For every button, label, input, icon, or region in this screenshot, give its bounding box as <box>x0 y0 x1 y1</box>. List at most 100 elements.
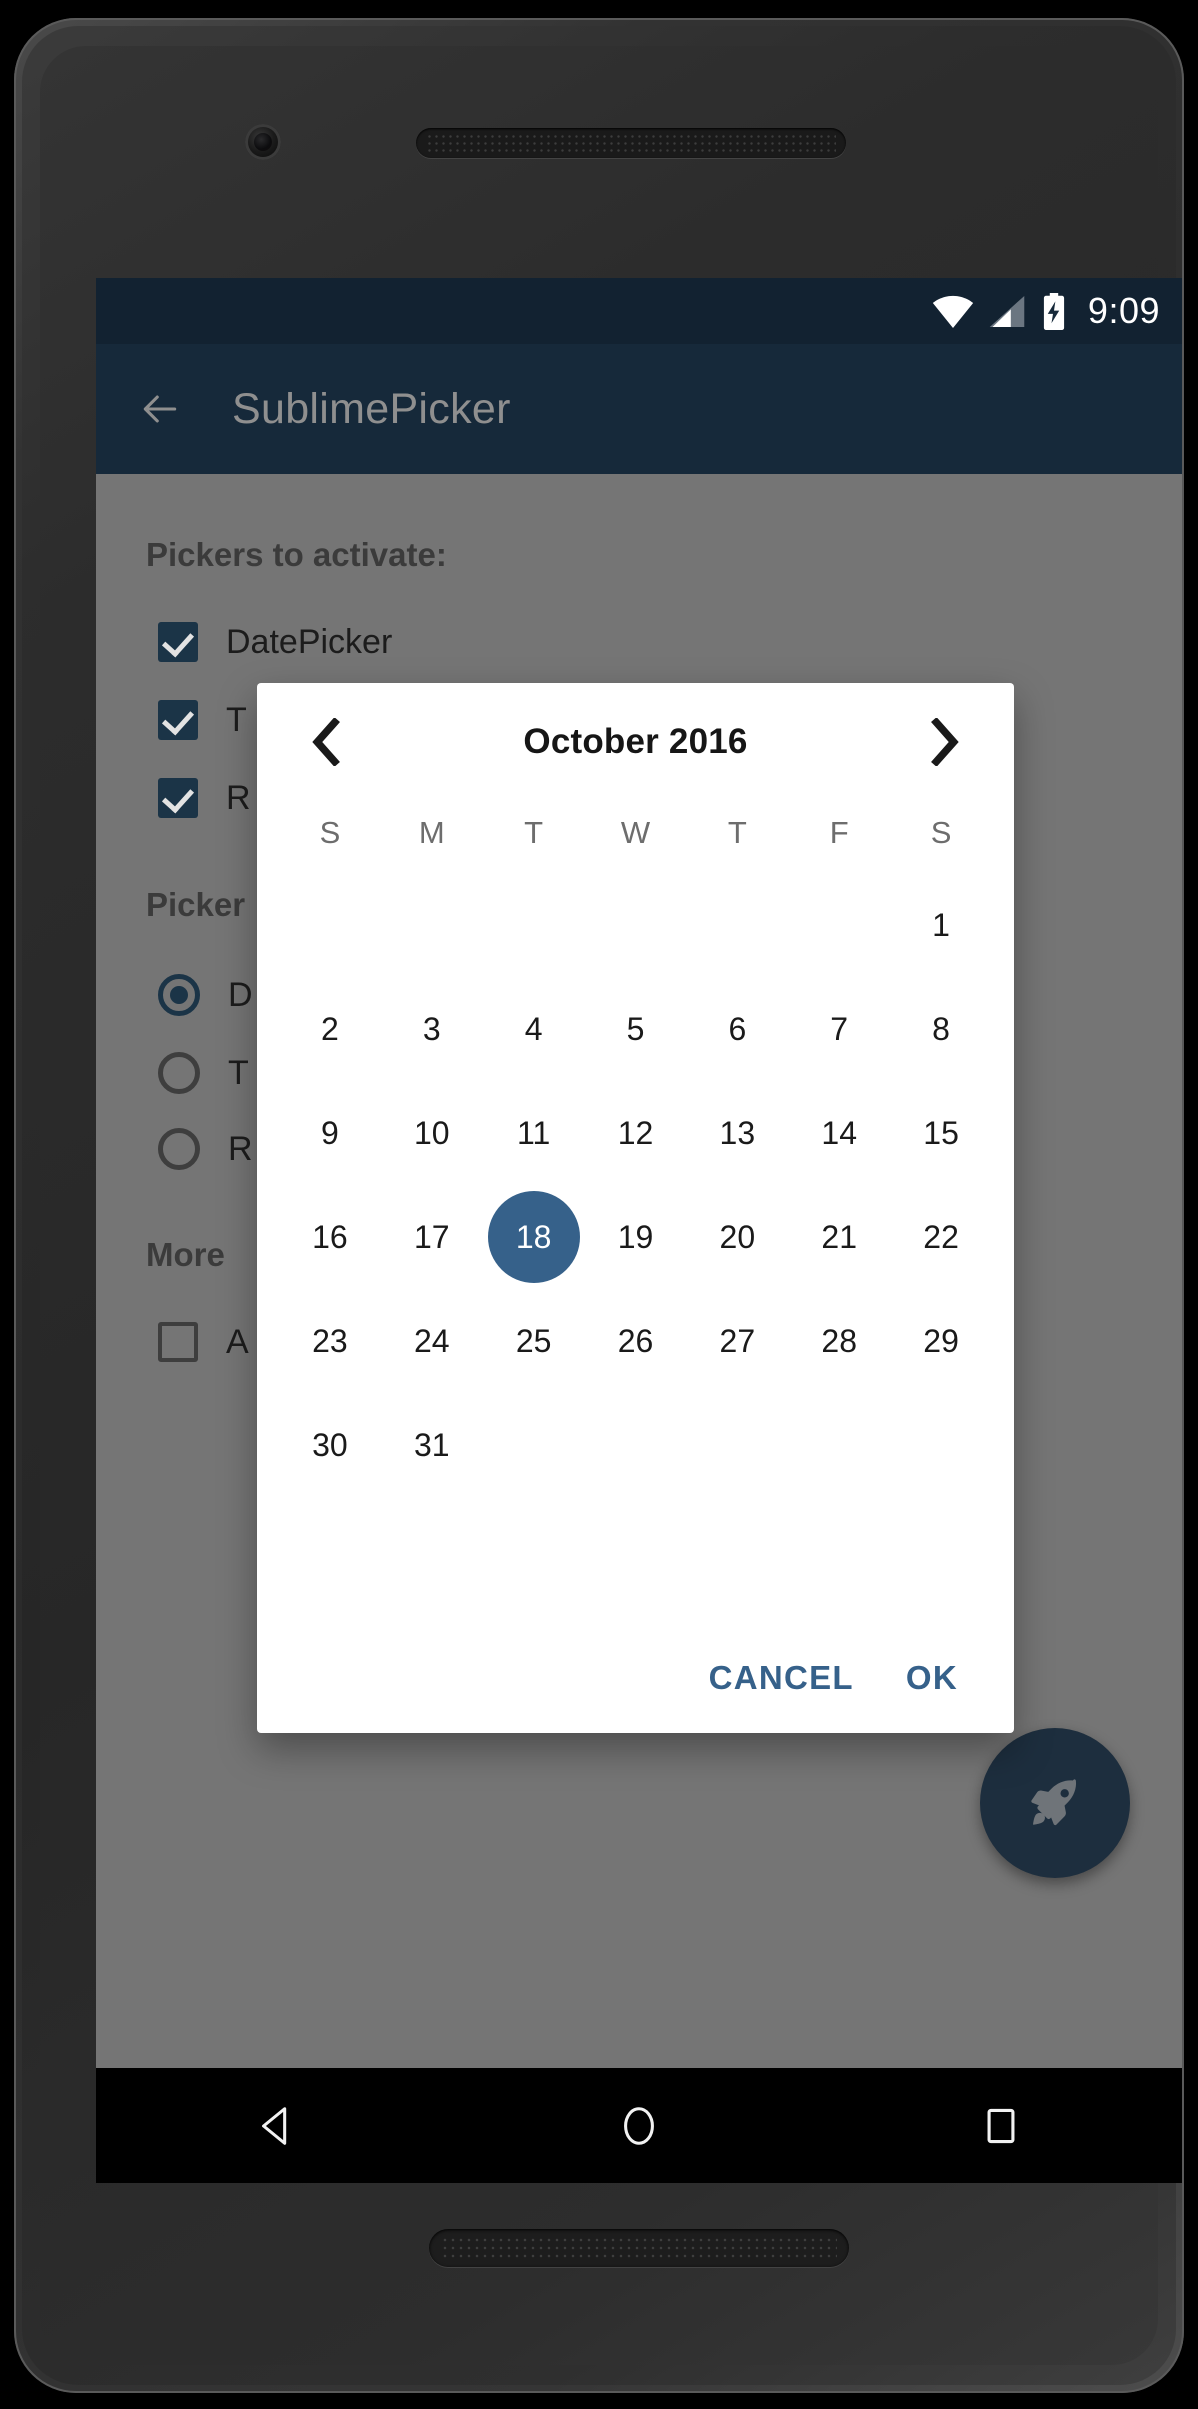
calendar-day[interactable]: 27 <box>686 1289 788 1393</box>
calendar-day[interactable]: 5 <box>585 977 687 1081</box>
cancel-button[interactable]: CANCEL <box>683 1641 880 1715</box>
calendar-day[interactable]: 22 <box>890 1185 992 1289</box>
calendar-day-label: 30 <box>312 1426 348 1463</box>
calendar-day-label: 15 <box>923 1114 959 1151</box>
calendar-day[interactable]: 28 <box>788 1289 890 1393</box>
checkbox-recurrencepicker[interactable] <box>158 778 198 818</box>
calendar-day[interactable]: 1 <box>890 873 992 977</box>
checkbox-timepicker[interactable] <box>158 700 198 740</box>
status-bar: 9:09 <box>96 278 1182 344</box>
calendar-day[interactable]: 20 <box>686 1185 788 1289</box>
checkbox-label-recurrencepicker: R <box>226 778 251 817</box>
device-inner-frame: Pickers to activate: DatePicker T R Pick… <box>22 26 1182 2385</box>
nav-recents-icon[interactable] <box>956 2081 1046 2171</box>
calendar-day[interactable]: 13 <box>686 1081 788 1185</box>
calendar-day[interactable]: 24 <box>381 1289 483 1393</box>
calendar-day[interactable]: 2 <box>279 977 381 1081</box>
calendar-day-label: 12 <box>617 1114 654 1151</box>
camera-lens <box>254 133 272 151</box>
calendar-day[interactable]: 6 <box>686 977 788 1081</box>
front-camera <box>245 124 281 160</box>
radio-time[interactable] <box>158 1052 200 1094</box>
calendar-day-label: 31 <box>413 1426 450 1463</box>
calendar-day[interactable]: 4 <box>483 977 585 1081</box>
weekday-label: F <box>829 815 849 850</box>
calendar-day[interactable]: 26 <box>585 1289 687 1393</box>
ok-button[interactable]: OK <box>880 1641 984 1715</box>
calendar-day-label: 14 <box>821 1114 857 1151</box>
radio-date[interactable] <box>158 974 200 1016</box>
chevron-left-icon[interactable] <box>297 713 355 771</box>
chevron-right-icon[interactable] <box>916 713 974 771</box>
checkbox-more-option[interactable] <box>158 1322 198 1362</box>
calendar-day-label: 20 <box>719 1218 756 1255</box>
calendar-day-label: 7 <box>830 1010 849 1047</box>
calendar-day-label: 25 <box>515 1322 552 1359</box>
status-bar-clock: 9:09 <box>1087 290 1160 331</box>
checkbox-row-more[interactable]: A <box>158 1322 249 1362</box>
floating-action-button[interactable] <box>980 1728 1130 1878</box>
calendar-day-label: 5 <box>626 1010 645 1047</box>
calendar-day[interactable]: 7 <box>788 977 890 1081</box>
calendar-day-label: 8 <box>932 1010 950 1047</box>
calendar-day[interactable]: 17 <box>381 1185 483 1289</box>
calendar-day[interactable]: 9 <box>279 1081 381 1185</box>
radio-label-time: T <box>228 1053 249 1092</box>
section-heading-pickers: Pickers to activate: <box>146 536 447 573</box>
checkbox-row-recurrencepicker[interactable]: R <box>158 778 251 818</box>
radio-row-date[interactable]: D <box>158 974 253 1016</box>
checkbox-label-datepicker: DatePicker <box>226 622 393 661</box>
radio-recurrence[interactable] <box>158 1128 200 1170</box>
checkbox-label-timepicker: T <box>226 700 247 739</box>
calendar-day[interactable]: 29 <box>890 1289 992 1393</box>
battery-charging-icon <box>1040 292 1068 330</box>
app-bar-title: SublimePicker <box>232 384 511 433</box>
weekday-label: S <box>319 815 341 850</box>
checkbox-datepicker[interactable] <box>158 622 198 662</box>
nav-home-icon[interactable] <box>594 2081 684 2171</box>
section-heading-more: More <box>146 1236 225 1273</box>
calendar-day[interactable]: 11 <box>483 1081 585 1185</box>
nav-back-icon[interactable] <box>232 2081 322 2171</box>
calendar-day-selected[interactable]: 18 <box>483 1185 585 1289</box>
date-picker-dialog: October 2016 SMTWTFS 1 2 3 4 5 6 7 8 9 10 11 12 13 14… <box>257 683 1014 1733</box>
calendar-day[interactable]: 14 <box>788 1081 890 1185</box>
calendar-day[interactable]: 21 <box>788 1185 890 1289</box>
calendar-day[interactable]: 31 <box>381 1393 483 1497</box>
bottom-speaker <box>429 2229 849 2267</box>
calendar-day[interactable]: 30 <box>279 1393 381 1497</box>
calendar-day-label: 3 <box>422 1010 441 1047</box>
calendar-day[interactable]: 3 <box>381 977 483 1081</box>
calendar-day[interactable]: 16 <box>279 1185 381 1289</box>
date-picker-month-year: October 2016 <box>523 722 748 761</box>
back-arrow-icon[interactable] <box>138 387 182 431</box>
calendar-day[interactable]: 8 <box>890 977 992 1081</box>
calendar-day-label: 2 <box>321 1010 339 1047</box>
weekday-label: S <box>930 815 952 850</box>
weekday-label: T <box>727 815 747 850</box>
radio-label-date: D <box>228 975 253 1014</box>
calendar-day[interactable]: 25 <box>483 1289 585 1393</box>
calendar-day-label: 27 <box>719 1322 756 1359</box>
calendar-day[interactable]: 15 <box>890 1081 992 1185</box>
earpiece-speaker <box>416 128 846 158</box>
calendar-day-label: 24 <box>413 1322 450 1359</box>
calendar-grid: 1 2 3 4 5 6 7 8 9 10 11 12 13 14 15 16 17 18 19 20 21 22 23 24 2… <box>257 873 1014 1497</box>
calendar-day[interactable]: 10 <box>381 1081 483 1185</box>
radio-label-recurrence: R <box>228 1129 253 1168</box>
checkbox-label-more-option: A <box>226 1322 249 1361</box>
radio-row-recurrence[interactable]: R <box>158 1128 253 1170</box>
calendar-day[interactable]: 12 <box>585 1081 687 1185</box>
weekday-label: W <box>620 815 651 850</box>
checkbox-row-timepicker[interactable]: T <box>158 700 247 740</box>
checkbox-row-datepicker[interactable]: DatePicker <box>158 622 392 662</box>
calendar-day-label: 21 <box>821 1218 857 1255</box>
calendar-day[interactable]: 23 <box>279 1289 381 1393</box>
calendar-day[interactable]: 19 <box>585 1185 687 1289</box>
device-bezel: Pickers to activate: DatePicker T R Pick… <box>40 46 1182 2365</box>
calendar-day-label: 18 <box>487 1191 580 1283</box>
calendar-day-label: 26 <box>617 1322 654 1359</box>
calendar-day-label: 28 <box>821 1322 857 1359</box>
radio-row-time[interactable]: T <box>158 1052 249 1094</box>
rocket-icon <box>1031 1779 1077 1826</box>
